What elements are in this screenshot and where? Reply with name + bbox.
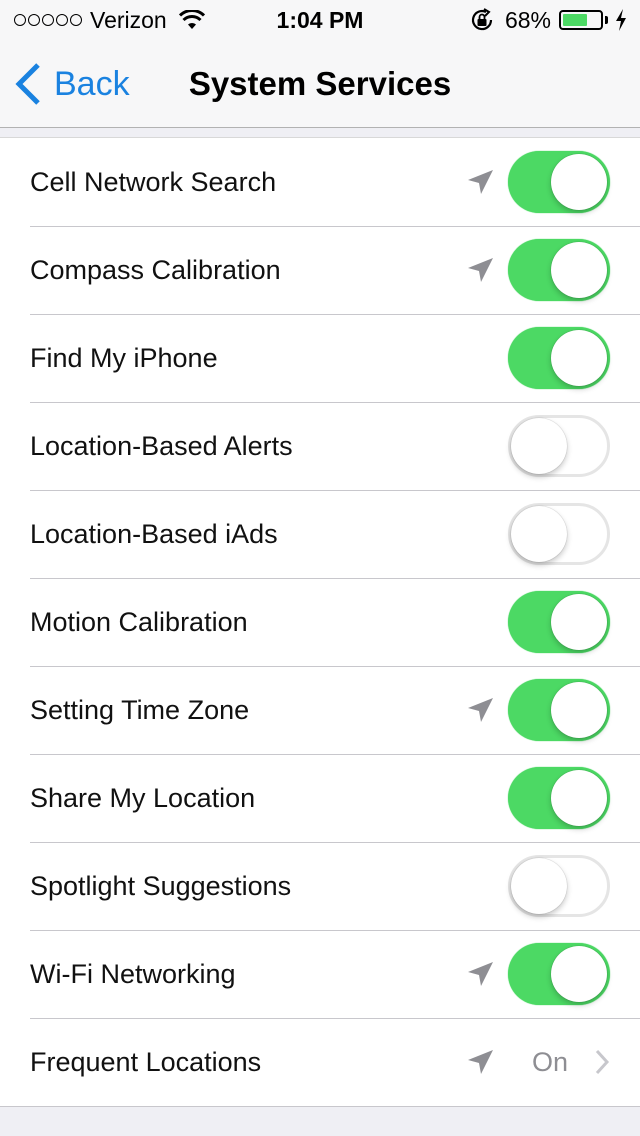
location-arrow-icon bbox=[466, 255, 496, 285]
location-arrow-icon bbox=[466, 167, 496, 197]
toggle-knob bbox=[551, 946, 607, 1002]
row-label: Location-Based Alerts bbox=[30, 430, 293, 461]
toggle-knob bbox=[551, 682, 607, 738]
toggle-knob bbox=[511, 506, 567, 562]
navigation-bar: Back System Services bbox=[0, 40, 640, 128]
carrier-name: Verizon bbox=[90, 6, 167, 33]
signal-dot bbox=[28, 14, 40, 26]
location-arrow-icon bbox=[466, 695, 496, 725]
toggle-knob bbox=[551, 154, 607, 210]
toggle-location-based-alerts[interactable] bbox=[508, 415, 610, 477]
row-setting-time-zone: Setting Time Zone bbox=[0, 666, 640, 754]
battery-nub bbox=[605, 16, 608, 24]
signal-dot bbox=[42, 14, 54, 26]
status-bar: Verizon 1:04 PM 68% bbox=[0, 0, 640, 40]
toggle-knob bbox=[551, 770, 607, 826]
chevron-right-icon bbox=[594, 1048, 610, 1076]
chevron-left-icon bbox=[15, 63, 40, 105]
toggle-share-my-location[interactable] bbox=[508, 767, 610, 829]
system-services-list: Cell Network Search Compass Calibration Fi… bbox=[0, 137, 640, 1107]
row-frequent-locations[interactable]: Frequent Locations On bbox=[0, 1018, 640, 1106]
status-left: Verizon bbox=[14, 0, 205, 40]
signal-dot bbox=[70, 14, 82, 26]
row-wi-fi-networking: Wi-Fi Networking bbox=[0, 930, 640, 1018]
row-label: Motion Calibration bbox=[30, 606, 248, 637]
battery-percent: 68% bbox=[504, 6, 551, 33]
row-motion-calibration: Motion Calibration bbox=[0, 578, 640, 666]
toggle-knob bbox=[551, 242, 607, 298]
toggle-find-my-iphone[interactable] bbox=[508, 327, 610, 389]
row-label: Compass Calibration bbox=[30, 254, 281, 285]
battery-level-fill bbox=[563, 14, 588, 26]
toggle-setting-time-zone[interactable] bbox=[508, 679, 610, 741]
row-label: Location-Based iAds bbox=[30, 518, 278, 549]
row-find-my-iphone: Find My iPhone bbox=[0, 314, 640, 402]
location-arrow-icon bbox=[466, 959, 496, 989]
row-location-based-alerts: Location-Based Alerts bbox=[0, 402, 640, 490]
row-spotlight-suggestions: Spotlight Suggestions bbox=[0, 842, 640, 930]
row-share-my-location: Share My Location bbox=[0, 754, 640, 842]
wifi-icon bbox=[178, 10, 205, 29]
toggle-location-based-iads[interactable] bbox=[508, 503, 610, 565]
signal-dot bbox=[56, 14, 68, 26]
location-arrow-icon bbox=[466, 1047, 496, 1077]
toggle-cell-network-search[interactable] bbox=[508, 151, 610, 213]
row-location-based-iads: Location-Based iAds bbox=[0, 490, 640, 578]
rotation-lock-icon bbox=[471, 8, 493, 31]
toggle-compass-calibration[interactable] bbox=[508, 239, 610, 301]
row-cell-network-search: Cell Network Search bbox=[0, 138, 640, 226]
row-label: Frequent Locations bbox=[30, 1046, 262, 1077]
toggle-knob bbox=[551, 330, 607, 386]
battery-icon bbox=[559, 10, 603, 30]
signal-dot bbox=[14, 14, 26, 26]
row-label: Cell Network Search bbox=[30, 166, 277, 197]
back-label: Back bbox=[54, 64, 130, 103]
toggle-motion-calibration[interactable] bbox=[508, 591, 610, 653]
status-right: 68% bbox=[469, 0, 628, 40]
toggle-knob bbox=[511, 418, 567, 474]
row-compass-calibration: Compass Calibration bbox=[0, 226, 640, 314]
row-label: Find My iPhone bbox=[30, 342, 218, 373]
row-label: Setting Time Zone bbox=[30, 694, 250, 725]
back-button[interactable]: Back bbox=[14, 40, 130, 128]
bolt-icon bbox=[616, 9, 626, 31]
toggle-knob bbox=[551, 594, 607, 650]
toggle-wi-fi-networking[interactable] bbox=[508, 943, 610, 1005]
signal-strength-icon bbox=[14, 14, 82, 26]
row-label: Share My Location bbox=[30, 782, 256, 813]
toggle-knob bbox=[511, 858, 567, 914]
row-label: Spotlight Suggestions bbox=[30, 870, 292, 901]
row-label: Wi-Fi Networking bbox=[30, 958, 236, 989]
toggle-spotlight-suggestions[interactable] bbox=[508, 855, 610, 917]
detail-value: On bbox=[532, 1046, 569, 1077]
